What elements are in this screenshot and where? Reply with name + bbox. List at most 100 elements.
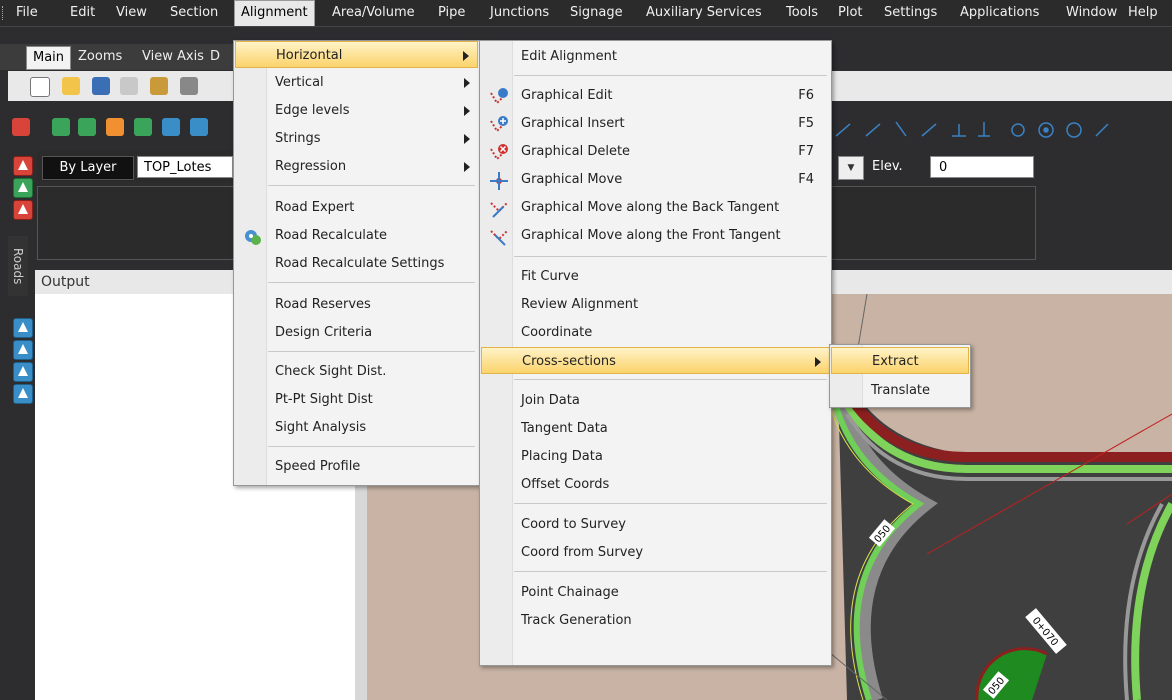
menu-item-extract[interactable]: Extract: [831, 347, 969, 374]
menu-item-graphical-insert[interactable]: Graphical Insert F5: [481, 110, 830, 137]
menu-tools[interactable]: Tools: [780, 0, 824, 26]
menu-item-label: Vertical: [275, 75, 324, 90]
road-blue-dock3-icon[interactable]: [13, 362, 33, 382]
menu-separator: [268, 185, 475, 186]
menu-plot[interactable]: Plot: [832, 0, 869, 26]
tab-main[interactable]: Main: [26, 46, 72, 70]
menu-item-pt-pt-sight-dist[interactable]: Pt-Pt Sight Dist: [235, 386, 478, 413]
menu-item-coord-to-survey[interactable]: Coord to Survey: [481, 511, 830, 538]
txt-import-icon[interactable]: [150, 77, 168, 95]
road-blue2-icon[interactable]: [190, 118, 208, 136]
menu-item-vertical[interactable]: Vertical: [235, 69, 478, 96]
tab-d[interactable]: D: [204, 46, 226, 68]
submenu-arrow-icon: [464, 106, 470, 116]
menu-file[interactable]: File: [10, 0, 44, 26]
menu-bar: File Edit View Section Alignment Area/Vo…: [0, 0, 1172, 27]
menu-item-design-criteria[interactable]: Design Criteria: [235, 319, 478, 346]
menu-alignment[interactable]: Alignment: [234, 0, 315, 26]
road-orange-icon[interactable]: [106, 118, 124, 136]
menu-applications[interactable]: Applications: [954, 0, 1045, 26]
menu-view[interactable]: View: [110, 0, 153, 26]
drawing-header: [828, 270, 1172, 294]
menu-section[interactable]: Section: [164, 0, 224, 26]
menu-item-coord-from-survey[interactable]: Coord from Survey: [481, 539, 830, 566]
menu-item-placing-data[interactable]: Placing Data: [481, 443, 830, 470]
dwg-import-icon[interactable]: [120, 77, 138, 95]
menu-window[interactable]: Window: [1060, 0, 1123, 26]
menu-item-label: Point Chainage: [521, 585, 619, 600]
road-blue-dock-icon[interactable]: [13, 318, 33, 338]
menu-item-label: Join Data: [521, 393, 580, 408]
menu-item-edge-levels[interactable]: Edge levels: [235, 97, 478, 124]
submenu-arrow-icon: [463, 51, 469, 61]
shortcut-label: F7: [798, 144, 814, 159]
print-icon[interactable]: [180, 77, 198, 95]
road-green2-icon[interactable]: [78, 118, 96, 136]
menu-item-translate[interactable]: Translate: [831, 377, 969, 404]
menu-item-point-chainage[interactable]: Point Chainage: [481, 579, 830, 606]
road-red-icon[interactable]: [12, 118, 30, 136]
menu-item-horizontal[interactable]: Horizontal: [235, 41, 478, 68]
roads-dock-tab[interactable]: Roads: [8, 236, 28, 296]
road-green-dock-icon[interactable]: [13, 178, 33, 198]
menu-item-label: Pt-Pt Sight Dist: [275, 392, 373, 407]
road-green3-icon[interactable]: [134, 118, 152, 136]
open-folder-icon[interactable]: [62, 77, 80, 95]
menu-item-graphical-delete[interactable]: Graphical Delete F7: [481, 138, 830, 165]
menu-item-offset-coords[interactable]: Offset Coords: [481, 471, 830, 498]
elev-dropdown[interactable]: ▼: [838, 156, 864, 180]
new-file-icon[interactable]: [30, 77, 50, 97]
menu-item-fit-curve[interactable]: Fit Curve: [481, 263, 830, 290]
menu-item-label: Check Sight Dist.: [275, 364, 387, 379]
menu-separator: [514, 75, 827, 76]
tab-view-axis[interactable]: View Axis: [136, 46, 210, 68]
menu-item-sight-analysis[interactable]: Sight Analysis: [235, 414, 478, 441]
menu-item-road-recalculate[interactable]: Road Recalculate: [235, 222, 478, 249]
road-blue-icon[interactable]: [162, 118, 180, 136]
menu-help[interactable]: Help: [1122, 0, 1164, 26]
menu-item-road-reserves[interactable]: Road Reserves: [235, 291, 478, 318]
road-green-icon[interactable]: [52, 118, 70, 136]
menu-item-move-front-tangent[interactable]: Graphical Move along the Front Tangent: [481, 222, 830, 249]
road-design-icon[interactable]: [13, 156, 33, 176]
menu-item-label: Placing Data: [521, 449, 603, 464]
menu-item-track-generation[interactable]: Track Generation: [481, 607, 830, 634]
shortcut-label: F6: [798, 88, 814, 103]
menu-item-road-expert[interactable]: Road Expert: [235, 194, 478, 221]
menu-settings[interactable]: Settings: [878, 0, 943, 26]
by-layer-button[interactable]: By Layer: [42, 156, 134, 180]
menu-item-regression[interactable]: Regression: [235, 153, 478, 180]
menu-item-coordinate[interactable]: Coordinate: [481, 319, 830, 346]
menu-auxiliary-services[interactable]: Auxiliary Services: [640, 0, 768, 26]
menu-item-label: Graphical Edit: [521, 88, 613, 103]
roads-toolbar: [0, 110, 240, 146]
menu-item-check-sight-dist[interactable]: Check Sight Dist.: [235, 358, 478, 385]
menu-item-graphical-move[interactable]: Graphical Move F4: [481, 166, 830, 193]
menu-item-cross-sections[interactable]: Cross-sections: [481, 347, 830, 374]
menu-item-review-alignment[interactable]: Review Alignment: [481, 291, 830, 318]
menu-item-tangent-data[interactable]: Tangent Data: [481, 415, 830, 442]
menu-pipe[interactable]: Pipe: [432, 0, 471, 26]
drawing-tools-icons[interactable]: [828, 112, 1172, 146]
menu-item-join-data[interactable]: Join Data: [481, 387, 830, 414]
menu-item-label: Horizontal: [276, 48, 343, 63]
layer-field[interactable]: TOP_Lotes: [137, 156, 233, 178]
tab-zooms[interactable]: Zooms: [72, 46, 128, 68]
menu-junctions[interactable]: Junctions: [484, 0, 555, 26]
save-icon[interactable]: [92, 77, 110, 95]
info-icon[interactable]: [13, 384, 33, 404]
road-red-dock-icon[interactable]: [13, 200, 33, 220]
menu-item-graphical-edit[interactable]: Graphical Edit F6: [481, 82, 830, 109]
elev-field[interactable]: 0: [930, 156, 1034, 178]
menu-signage[interactable]: Signage: [564, 0, 629, 26]
menu-item-road-recalculate-settings[interactable]: Road Recalculate Settings: [235, 250, 478, 277]
menu-item-move-back-tangent[interactable]: Graphical Move along the Back Tangent: [481, 194, 830, 221]
menu-edit[interactable]: Edit: [64, 0, 101, 26]
menu-item-speed-profile[interactable]: Speed Profile: [235, 453, 478, 480]
menu-area-volume[interactable]: Area/Volume: [326, 0, 421, 26]
menu-item-edit-alignment[interactable]: Edit Alignment: [481, 43, 830, 70]
menu-item-label: Regression: [275, 159, 347, 174]
menu-item-strings[interactable]: Strings: [235, 125, 478, 152]
road-blue-dock2-icon[interactable]: [13, 340, 33, 360]
menu-item-label: Sight Analysis: [275, 420, 367, 435]
